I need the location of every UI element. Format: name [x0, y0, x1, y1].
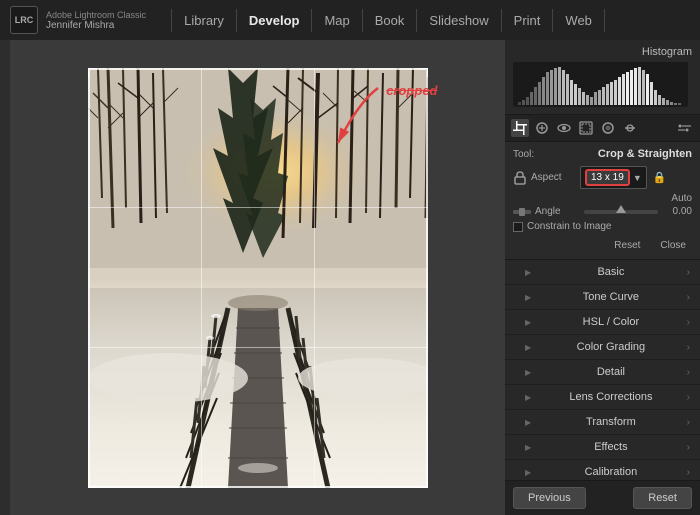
healing-brush-icon[interactable]	[533, 119, 551, 137]
main-layout: cropped Histogram	[0, 40, 700, 515]
aspect-label: Aspect	[531, 172, 576, 183]
bottom-buttons: Previous Reset	[505, 480, 700, 515]
panel-calibration[interactable]: ▶ Calibration ›	[505, 460, 700, 480]
constrain-label: Constrain to Image	[527, 221, 612, 232]
aspect-row: Aspect 13 x 19 ▼ 🔒	[513, 166, 692, 189]
lock-icon[interactable]: 🔒	[653, 171, 667, 184]
left-panel	[0, 40, 10, 515]
masking-icon[interactable]	[577, 119, 595, 137]
tool-label: Tool:	[513, 149, 534, 160]
user-name: Jennifer Mishra	[46, 20, 146, 31]
angle-row: Angle 0.00	[513, 206, 692, 217]
panel-detail-label: Detail	[597, 366, 625, 378]
panel-tone-arrow-left: ▶	[525, 293, 531, 302]
panel-hsl-arrow-left: ▶	[525, 318, 531, 327]
nav-print[interactable]: Print	[502, 9, 554, 32]
panel-calib-arrow-left: ▶	[525, 468, 531, 477]
panel-effects-expand-icon: ›	[687, 442, 690, 453]
photo-background	[88, 68, 428, 488]
constrain-row: Constrain to Image	[513, 221, 692, 232]
panel-cg-arrow-left: ▶	[525, 343, 531, 352]
panel-basic[interactable]: ▶ Basic ›	[505, 260, 700, 285]
histogram-chart	[513, 62, 688, 107]
auto-row: Auto	[513, 193, 692, 204]
panels-list: ▶ Basic › ▶ Tone Curve › ▶ HSL / Color ›…	[505, 260, 700, 480]
angle-slider-thumb	[616, 205, 626, 213]
tool-name: Crop & Straighten	[598, 148, 692, 160]
panel-hsl[interactable]: ▶ HSL / Color ›	[505, 310, 700, 335]
panel-calib-expand-icon: ›	[687, 467, 690, 478]
aspect-dropdown[interactable]: 13 x 19 ▼	[580, 166, 647, 189]
nav-develop[interactable]: Develop	[237, 9, 313, 32]
panel-transform[interactable]: ▶ Transform ›	[505, 410, 700, 435]
cropped-annotation: cropped	[386, 83, 437, 98]
tool-icons-row	[505, 115, 700, 142]
panel-color-grading-label: Color Grading	[577, 341, 645, 353]
options-icon[interactable]	[676, 119, 694, 137]
aspect-value: 13 x 19	[585, 169, 630, 186]
crop-tool-icon[interactable]	[511, 119, 529, 137]
top-bar: LRC Adobe Lightroom Classic Jennifer Mis…	[0, 0, 700, 40]
crop-tool-header: Tool: Crop & Straighten	[513, 148, 692, 160]
reset-button[interactable]: Reset	[633, 487, 692, 509]
scene-svg	[88, 68, 428, 488]
panel-tone-curve[interactable]: ▶ Tone Curve ›	[505, 285, 700, 310]
panel-transform-label: Transform	[586, 416, 636, 428]
app-name: Adobe Lightroom Classic	[46, 10, 146, 20]
panel-hsl-label: HSL / Color	[583, 316, 639, 328]
adjustment-brush-icon[interactable]	[599, 119, 617, 137]
panel-basic-expand-icon: ›	[687, 267, 690, 278]
panel-basic-arrow-left: ▶	[525, 268, 531, 277]
panel-lens-label: Lens Corrections	[569, 391, 652, 403]
nav-slideshow[interactable]: Slideshow	[417, 9, 501, 32]
panel-effects-arrow-left: ▶	[525, 443, 531, 452]
nav-menu: Library Develop Map Book Slideshow Print…	[171, 9, 605, 32]
level-icon[interactable]	[513, 207, 531, 217]
nav-book[interactable]: Book	[363, 9, 418, 32]
reset-close-row: Reset Close	[513, 238, 692, 253]
angle-value: 0.00	[662, 206, 692, 217]
panel-calibration-label: Calibration	[585, 466, 638, 478]
panel-detail-arrow-left: ▶	[525, 368, 531, 377]
range-mask-icon[interactable]	[621, 119, 639, 137]
histogram-title: Histogram	[513, 46, 692, 58]
app-branding: LRC Adobe Lightroom Classic Jennifer Mis…	[10, 6, 146, 34]
constrain-checkbox[interactable]	[513, 222, 523, 232]
panel-effects-label: Effects	[594, 441, 627, 453]
panel-tone-expand-icon: ›	[687, 292, 690, 303]
crop-close-button[interactable]: Close	[654, 238, 692, 253]
app-info: Adobe Lightroom Classic Jennifer Mishra	[46, 10, 146, 31]
right-panel: Histogram	[505, 40, 700, 515]
auto-label: Auto	[671, 193, 692, 204]
red-eye-icon[interactable]	[555, 119, 573, 137]
panel-cg-expand-icon: ›	[687, 342, 690, 353]
lrc-logo: LRC	[10, 6, 38, 34]
nav-web[interactable]: Web	[553, 9, 605, 32]
angle-label: Angle	[535, 206, 580, 217]
panel-lens-arrow-left: ▶	[525, 393, 531, 402]
crop-tool-panel: Tool: Crop & Straighten Aspect 13 x 19 ▼…	[505, 142, 700, 260]
histogram-section: Histogram	[505, 40, 700, 115]
nav-library[interactable]: Library	[171, 9, 237, 32]
nav-map[interactable]: Map	[312, 9, 362, 32]
panel-tone-curve-label: Tone Curve	[583, 291, 639, 303]
panel-detail-expand-icon: ›	[687, 367, 690, 378]
panel-lens-expand-icon: ›	[687, 392, 690, 403]
panel-lens[interactable]: ▶ Lens Corrections ›	[505, 385, 700, 410]
panel-detail[interactable]: ▶ Detail ›	[505, 360, 700, 385]
panel-transform-expand-icon: ›	[687, 417, 690, 428]
dropdown-arrow-icon: ▼	[633, 173, 642, 183]
panel-basic-label: Basic	[597, 266, 624, 278]
center-area: cropped	[10, 40, 505, 515]
panel-color-grading[interactable]: ▶ Color Grading ›	[505, 335, 700, 360]
panel-transform-arrow-left: ▶	[525, 418, 531, 427]
original-ratio-icon[interactable]	[513, 171, 527, 185]
previous-button[interactable]: Previous	[513, 487, 586, 509]
panel-hsl-expand-icon: ›	[687, 317, 690, 328]
panel-effects[interactable]: ▶ Effects ›	[505, 435, 700, 460]
image-container: cropped	[88, 68, 428, 488]
angle-slider[interactable]	[584, 210, 658, 214]
crop-reset-button[interactable]: Reset	[608, 238, 646, 253]
